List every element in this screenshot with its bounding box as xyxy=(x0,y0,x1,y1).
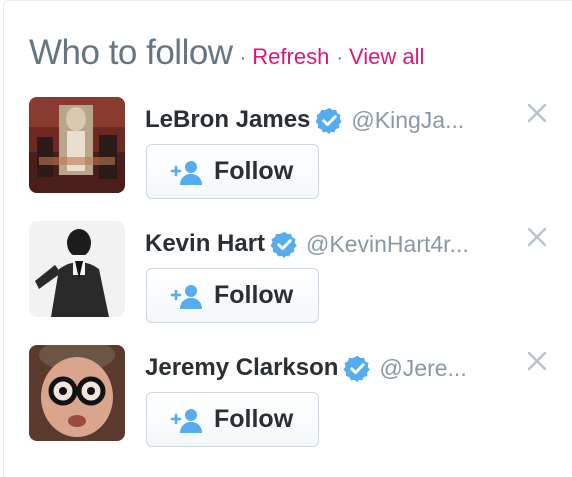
jeremy-clarkson-avatar-image xyxy=(29,345,125,441)
add-user-icon xyxy=(170,160,202,185)
refresh-link[interactable]: Refresh xyxy=(252,44,329,70)
separator-dot: · xyxy=(336,47,343,69)
who-to-follow-panel: Who to follow · Refresh · View all LeBro… xyxy=(3,0,572,477)
who-to-follow-header: Who to follow · Refresh · View all xyxy=(29,33,424,77)
dismiss-close-icon[interactable] xyxy=(525,101,549,125)
account-name[interactable]: Kevin Hart xyxy=(145,230,265,258)
avatar[interactable] xyxy=(29,345,125,441)
dismiss-close-icon[interactable] xyxy=(525,225,549,249)
lebron-james-avatar-image xyxy=(29,97,125,193)
name-line: Jeremy Clarkson @Jere... xyxy=(145,351,467,385)
kevin-hart-avatar-image xyxy=(29,221,125,317)
name-line: Kevin Hart @KevinHart4r... xyxy=(145,227,469,261)
suggestion-item: LeBron James @KingJa... Follow xyxy=(29,97,549,199)
follow-button[interactable]: Follow xyxy=(146,392,319,447)
follow-button[interactable]: Follow xyxy=(146,268,319,323)
account-handle[interactable]: @KevinHart4r... xyxy=(306,231,469,258)
avatar[interactable] xyxy=(29,97,125,193)
avatar[interactable] xyxy=(29,221,125,317)
follow-button-label: Follow xyxy=(214,281,294,309)
account-handle[interactable]: @Jere... xyxy=(379,355,466,382)
widget-title: Who to follow xyxy=(29,33,233,72)
verified-badge-icon xyxy=(315,107,343,134)
add-user-icon xyxy=(170,284,202,309)
follow-button-label: Follow xyxy=(214,157,294,185)
name-line: LeBron James @KingJa... xyxy=(145,103,464,137)
suggestion-item: Kevin Hart @KevinHart4r... Follow xyxy=(29,221,549,323)
separator-dot: · xyxy=(239,47,247,69)
account-name[interactable]: Jeremy Clarkson xyxy=(145,354,338,382)
add-user-icon xyxy=(170,408,202,433)
suggestion-item: Jeremy Clarkson @Jere... Follow xyxy=(29,345,549,447)
verified-badge-icon xyxy=(343,355,371,382)
verified-badge-icon xyxy=(270,231,297,258)
dismiss-close-icon[interactable] xyxy=(525,349,549,373)
view-all-link[interactable]: View all xyxy=(349,44,424,70)
account-handle[interactable]: @KingJa... xyxy=(351,107,464,134)
follow-button-label: Follow xyxy=(214,405,294,433)
account-name[interactable]: LeBron James xyxy=(145,106,310,134)
follow-button[interactable]: Follow xyxy=(146,144,319,199)
